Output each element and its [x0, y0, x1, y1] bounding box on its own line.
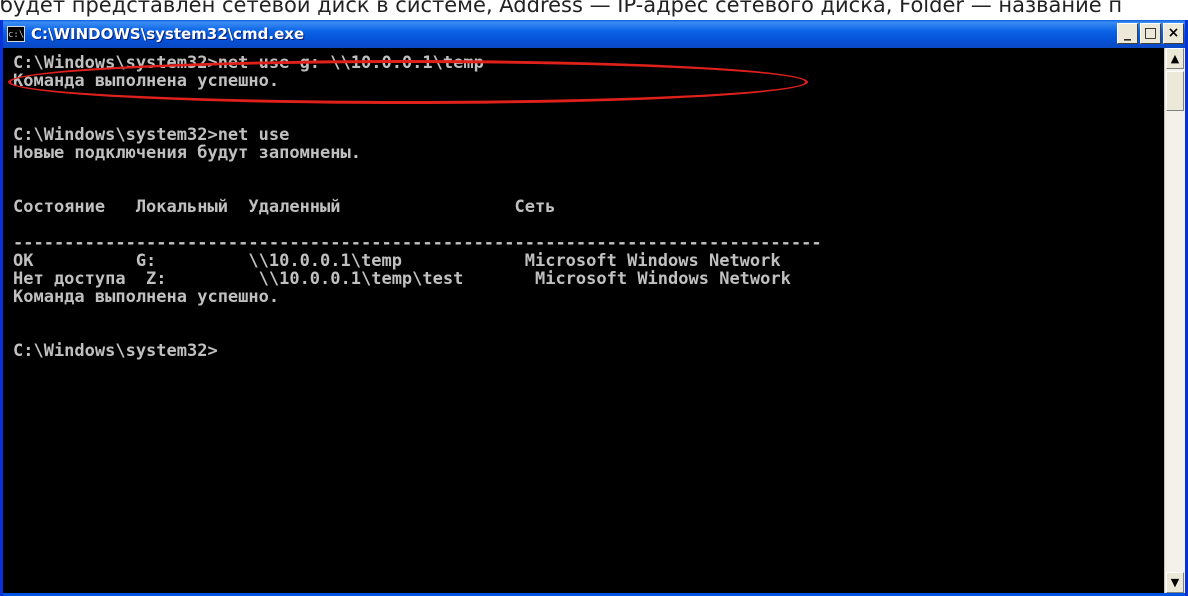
- console-output[interactable]: C:\Windows\system32>net use g: \\10.0.0.…: [3, 48, 1164, 593]
- console-line: C:\Windows\system32>net use: [13, 125, 290, 145]
- vertical-scrollbar[interactable]: ▲ ▼: [1164, 48, 1185, 593]
- scroll-up-button[interactable]: ▲: [1166, 48, 1184, 69]
- scroll-thumb[interactable]: [1166, 71, 1184, 111]
- console-prompt: C:\Windows\system32>: [13, 341, 218, 361]
- console-line: Нет доступа Z: \\10.0.0.1\temp\test Micr…: [13, 269, 791, 289]
- console-line: Состояние Локальный Удаленный Сеть: [13, 197, 556, 217]
- console-line: Команда выполнена успешно.: [13, 71, 280, 91]
- minimize-button[interactable]: _: [1117, 23, 1138, 44]
- title-bar[interactable]: c:\ C:\WINDOWS\system32\cmd.exe _ □ ×: [3, 20, 1185, 48]
- close-button[interactable]: ×: [1163, 23, 1184, 44]
- cmd-window: c:\ C:\WINDOWS\system32\cmd.exe _ □ × C:…: [0, 20, 1188, 596]
- console-line: ----------------------------------------…: [13, 233, 822, 253]
- scroll-down-button[interactable]: ▼: [1166, 572, 1184, 593]
- console-line: Новые подключения будут запомнены.: [13, 143, 361, 163]
- console-line: OK G: \\10.0.0.1\temp Microsoft Windows …: [13, 251, 781, 271]
- maximize-button[interactable]: □: [1140, 23, 1161, 44]
- console-icon: c:\: [7, 26, 25, 42]
- window-controls: _ □ ×: [1117, 23, 1184, 44]
- console-line: Команда выполнена успешно.: [13, 287, 280, 307]
- window-title: C:\WINDOWS\system32\cmd.exe: [31, 25, 305, 43]
- console-line: C:\Windows\system32>net use g: \\10.0.0.…: [13, 53, 484, 73]
- page-caption: будет представлен сетевой диск в системе…: [0, 0, 1188, 19]
